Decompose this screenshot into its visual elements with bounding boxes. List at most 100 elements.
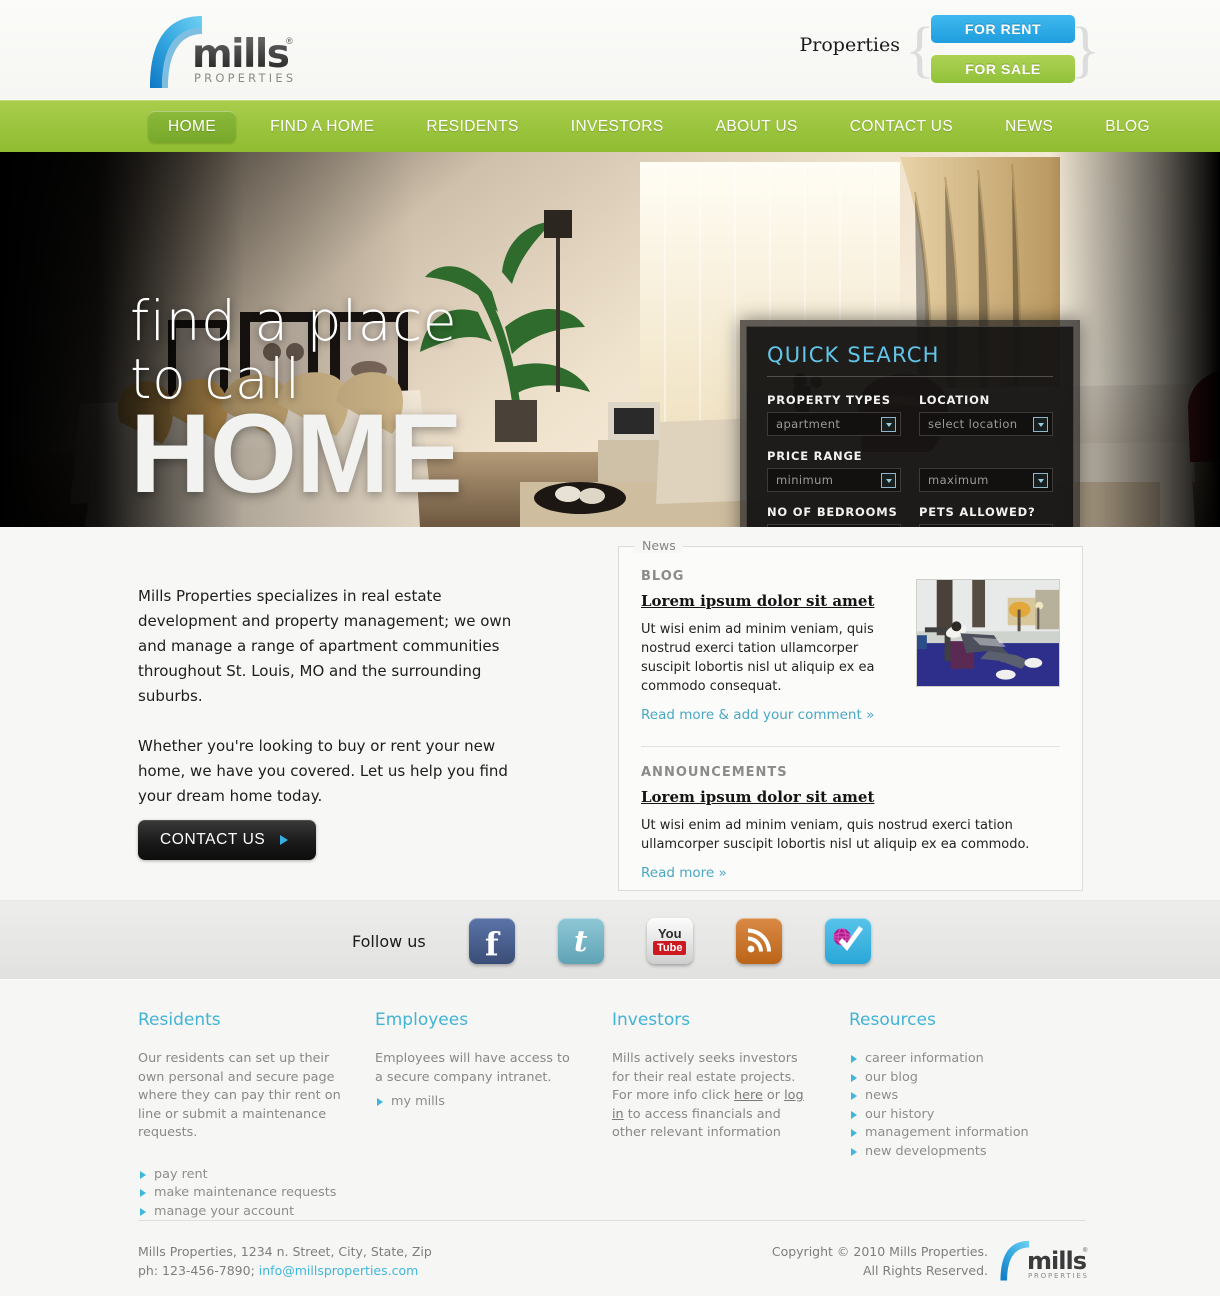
arrow-right-icon — [280, 835, 288, 845]
footer-link-our-history[interactable]: our history — [849, 1106, 1052, 1125]
footer-column-resources: Resources career information our blog ne… — [849, 1010, 1086, 1221]
price-min-select[interactable]: minimum — [767, 468, 901, 492]
footer-link-pay-rent[interactable]: pay rent — [138, 1166, 341, 1185]
social-bar: Follow us f t You Tube — [0, 900, 1220, 980]
footer-divider — [138, 1220, 1086, 1221]
location-select[interactable]: select location — [919, 412, 1053, 436]
footer-link-news[interactable]: news — [849, 1087, 1052, 1106]
blog-read-more-link[interactable]: Read more & add your comment » — [641, 707, 874, 723]
foursquare-icon[interactable] — [824, 918, 871, 964]
property-types-field: PROPERTY TYPES apartment — [767, 393, 901, 436]
price-min-field: minimum — [767, 468, 901, 492]
price-max-select[interactable]: maximum — [919, 468, 1053, 492]
chevron-down-icon[interactable] — [1033, 473, 1048, 488]
footer-residents-title: Residents — [138, 1010, 221, 1030]
footer-link-new-developments[interactable]: new developments — [849, 1143, 1052, 1162]
location-field: LOCATION select location — [919, 393, 1053, 436]
blog-kicker: BLOG — [641, 569, 685, 584]
for-sale-button[interactable]: FOR SALE — [931, 55, 1075, 83]
announcements-headline[interactable]: Lorem ipsum dolor sit amet — [641, 788, 874, 806]
footer-employees-title: Employees — [375, 1010, 469, 1030]
footer-column-investors: Investors Mills actively seeks investors… — [612, 1010, 849, 1221]
footer-address-line: Mills Properties, 1234 n. Street, City, … — [138, 1244, 432, 1259]
hero-line-1: find a place — [130, 289, 458, 353]
foursquare-glyph — [832, 926, 863, 951]
nav-item-news[interactable]: NEWS — [985, 111, 1073, 143]
announcements-read-more-link[interactable]: Read more » — [641, 865, 727, 881]
twitter-icon[interactable]: t — [557, 918, 604, 964]
quick-search-row-2: minimum maximum — [767, 468, 1053, 492]
main-content: Mills Properties specializes in real est… — [0, 527, 1220, 900]
contact-us-button[interactable]: CONTACT US — [138, 820, 316, 860]
price-max-value: maximum — [928, 473, 989, 487]
footer-logo[interactable]: mills ® PROPERTIES — [995, 1235, 1090, 1283]
footer-investors-text: Mills actively seeks investors for their… — [612, 1050, 815, 1143]
footer-link-maintenance-requests[interactable]: make maintenance requests — [138, 1184, 341, 1203]
footer-logo-subtitle: PROPERTIES — [1028, 1272, 1089, 1280]
pets-field: PETS ALLOWED? no preference — [919, 505, 1053, 527]
rss-icon[interactable] — [735, 918, 782, 964]
nav-item-about-us[interactable]: ABOUT US — [696, 111, 818, 143]
main-navigation: HOME FIND A HOME RESIDENTS INVESTORS ABO… — [0, 100, 1220, 152]
rss-glyph — [747, 928, 771, 953]
footer-copyright-line-2: All Rights Reserved. — [862, 1263, 988, 1278]
contact-us-button-label: CONTACT US — [160, 831, 266, 848]
footer-link-career-information[interactable]: career information — [849, 1050, 1052, 1069]
intro-paragraph-2: Whether you're looking to buy or rent yo… — [138, 737, 508, 805]
chevron-down-icon[interactable] — [1033, 417, 1048, 432]
footer-columns: Residents Our residents can set up their… — [138, 1010, 1086, 1221]
chevron-down-icon[interactable] — [881, 473, 896, 488]
footer-column-employees: Employees Employees will have access to … — [375, 1010, 612, 1221]
blog-thumbnail-image[interactable] — [916, 579, 1060, 687]
footer-link-our-blog[interactable]: our blog — [849, 1069, 1052, 1088]
nav-item-home[interactable]: HOME — [148, 111, 237, 143]
site-footer: Residents Our residents can set up their… — [0, 980, 1220, 1296]
facebook-icon[interactable]: f — [468, 918, 515, 964]
site-header: mills ® PROPERTIES Properties { } FOR RE… — [0, 0, 1220, 100]
hero-headline: find a place to call HOME — [130, 289, 463, 510]
properties-buttons-group: { } FOR RENT FOR SALE — [905, 10, 1100, 90]
for-rent-button[interactable]: FOR RENT — [931, 15, 1075, 43]
footer-link-here[interactable]: here — [734, 1088, 763, 1103]
nav-items: HOME FIND A HOME RESIDENTS INVESTORS ABO… — [148, 101, 1170, 153]
announcements-entry: ANNOUNCEMENTS Lorem ipsum dolor sit amet… — [641, 765, 1059, 882]
footer-residents-links: pay rent make maintenance requests manag… — [138, 1166, 341, 1222]
footer-column-residents: Residents Our residents can set up their… — [138, 1010, 375, 1221]
youtube-you-text: You — [657, 926, 682, 941]
footer-link-manage-account[interactable]: manage your account — [138, 1203, 341, 1222]
footer-email-link[interactable]: info@millsproperties.com — [259, 1263, 419, 1278]
footer-logo-registered-mark: ® — [1083, 1248, 1088, 1254]
footer-resources-links: career information our blog news our his… — [849, 1050, 1052, 1161]
youtube-tube-text: Tube — [653, 941, 687, 955]
chevron-down-icon[interactable] — [881, 417, 896, 432]
youtube-icon[interactable]: You Tube — [646, 918, 693, 964]
footer-copyright-line-1: Copyright © 2010 Mills Properties. — [771, 1244, 988, 1259]
follow-us-label: Follow us — [352, 931, 426, 951]
footer-link-management-information[interactable]: management information — [849, 1124, 1052, 1143]
intro-text-block: Mills Properties specializes in real est… — [138, 584, 538, 809]
nav-item-blog[interactable]: BLOG — [1085, 111, 1170, 143]
price-max-field: maximum — [919, 468, 1053, 492]
property-types-select[interactable]: apartment — [767, 412, 901, 436]
footer-employees-links: my mills — [375, 1093, 578, 1112]
quick-search-divider — [767, 376, 1053, 377]
announcements-body: Ut wisi enim ad minim veniam, quis nostr… — [641, 818, 1030, 852]
hero-banner: find a place to call HOME QUICK SEARCH P… — [0, 152, 1220, 527]
logo-subtitle: PROPERTIES — [194, 71, 297, 85]
site-logo[interactable]: mills ® PROPERTIES — [140, 8, 300, 90]
nav-item-residents[interactable]: RESIDENTS — [406, 111, 538, 143]
footer-copyright: Copyright © 2010 Mills Properties. All R… — [772, 1242, 988, 1280]
nav-item-contact-us[interactable]: CONTACT US — [830, 111, 973, 143]
announcements-kicker: ANNOUNCEMENTS — [641, 765, 788, 780]
footer-link-my-mills[interactable]: my mills — [375, 1093, 578, 1112]
news-divider — [641, 746, 1060, 747]
nav-item-find-a-home[interactable]: FIND A HOME — [250, 111, 394, 143]
pets-select[interactable]: no preference — [919, 524, 1053, 527]
pets-label: PETS ALLOWED? — [919, 505, 1036, 519]
location-label: LOCATION — [919, 393, 991, 407]
quick-search-row-1: PROPERTY TYPES apartment LOCATION select… — [767, 393, 1053, 436]
blog-headline[interactable]: Lorem ipsum dolor sit amet — [641, 592, 874, 610]
quick-search-panel: QUICK SEARCH PROPERTY TYPES apartment LO… — [740, 320, 1080, 527]
nav-item-investors[interactable]: INVESTORS — [551, 111, 684, 143]
bedrooms-select[interactable]: bedrooms — [767, 524, 901, 527]
